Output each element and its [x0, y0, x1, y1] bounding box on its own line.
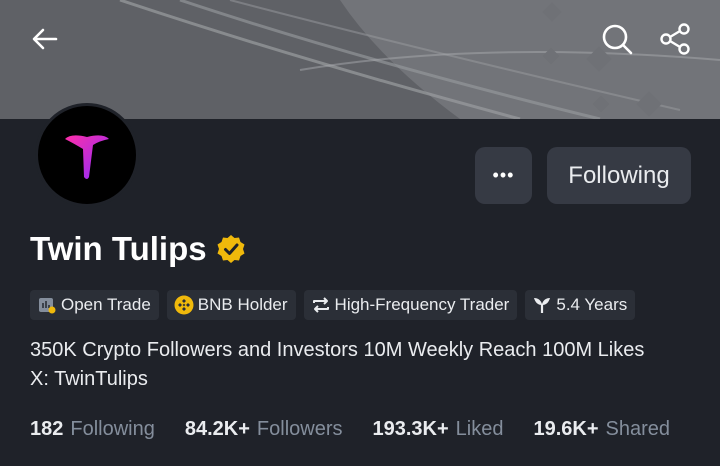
- search-button[interactable]: [598, 20, 636, 58]
- profile-bio: 350K Crypto Followers and Investors 10M …: [30, 336, 710, 394]
- stat-label: Liked: [455, 418, 504, 440]
- stat-followers[interactable]: 84.2K+ Followers: [185, 418, 343, 441]
- stat-value: 19.6K+: [533, 418, 599, 440]
- tag-high-frequency-trader[interactable]: High-Frequency Trader: [303, 290, 518, 320]
- search-icon: [602, 24, 633, 55]
- profile-banner: [0, 0, 720, 119]
- bnb-icon: [174, 295, 194, 315]
- sprout-icon: [532, 295, 552, 315]
- twin-tulips-logo: [65, 135, 109, 179]
- tag-label: 5.4 Years: [556, 295, 628, 314]
- share-button[interactable]: [656, 20, 694, 58]
- stat-value: 84.2K+: [184, 418, 250, 440]
- tag-label: Open Trade: [61, 295, 151, 314]
- stat-shared[interactable]: 19.6K+ Shared: [533, 418, 670, 441]
- share-icon: [660, 23, 690, 55]
- banner-pattern: [119, 0, 720, 119]
- more-icon: •••: [492, 165, 515, 185]
- profile-name-row: Twin Tulips: [30, 230, 246, 268]
- tag-years[interactable]: 5.4 Years: [525, 290, 636, 320]
- tag-label: High-Frequency Trader: [334, 295, 510, 314]
- profile-stats: 182 Following 84.2K+ Followers 193.3K+ L…: [30, 418, 670, 441]
- stat-liked[interactable]: 193.3K+ Liked: [373, 418, 504, 441]
- bio-line-2: X: TwinTulips: [30, 368, 148, 390]
- profile-tags: Open Trade BNB Holder High-Frequency Tra…: [30, 290, 636, 320]
- open-trade-icon: [37, 295, 57, 315]
- tag-label: BNB Holder: [197, 295, 288, 314]
- stat-value: 182: [30, 418, 64, 440]
- stat-label: Shared: [605, 418, 671, 440]
- stat-label: Following: [70, 418, 155, 440]
- verified-badge-icon: [216, 234, 246, 264]
- high-frequency-icon: [311, 295, 331, 315]
- stat-label: Followers: [256, 418, 343, 440]
- avatar[interactable]: [35, 103, 139, 207]
- back-button[interactable]: [26, 20, 64, 58]
- following-button[interactable]: Following: [547, 147, 691, 204]
- stat-value: 193.3K+: [372, 418, 449, 440]
- stat-following[interactable]: 182 Following: [30, 418, 155, 441]
- tag-bnb-holder[interactable]: BNB Holder: [166, 290, 296, 320]
- arrow-left-icon: [32, 28, 58, 50]
- bio-line-1: 350K Crypto Followers and Investors 10M …: [30, 339, 645, 361]
- profile-name: Twin Tulips: [30, 230, 207, 267]
- tag-open-trade[interactable]: Open Trade: [30, 290, 159, 320]
- more-options-button[interactable]: •••: [475, 147, 532, 204]
